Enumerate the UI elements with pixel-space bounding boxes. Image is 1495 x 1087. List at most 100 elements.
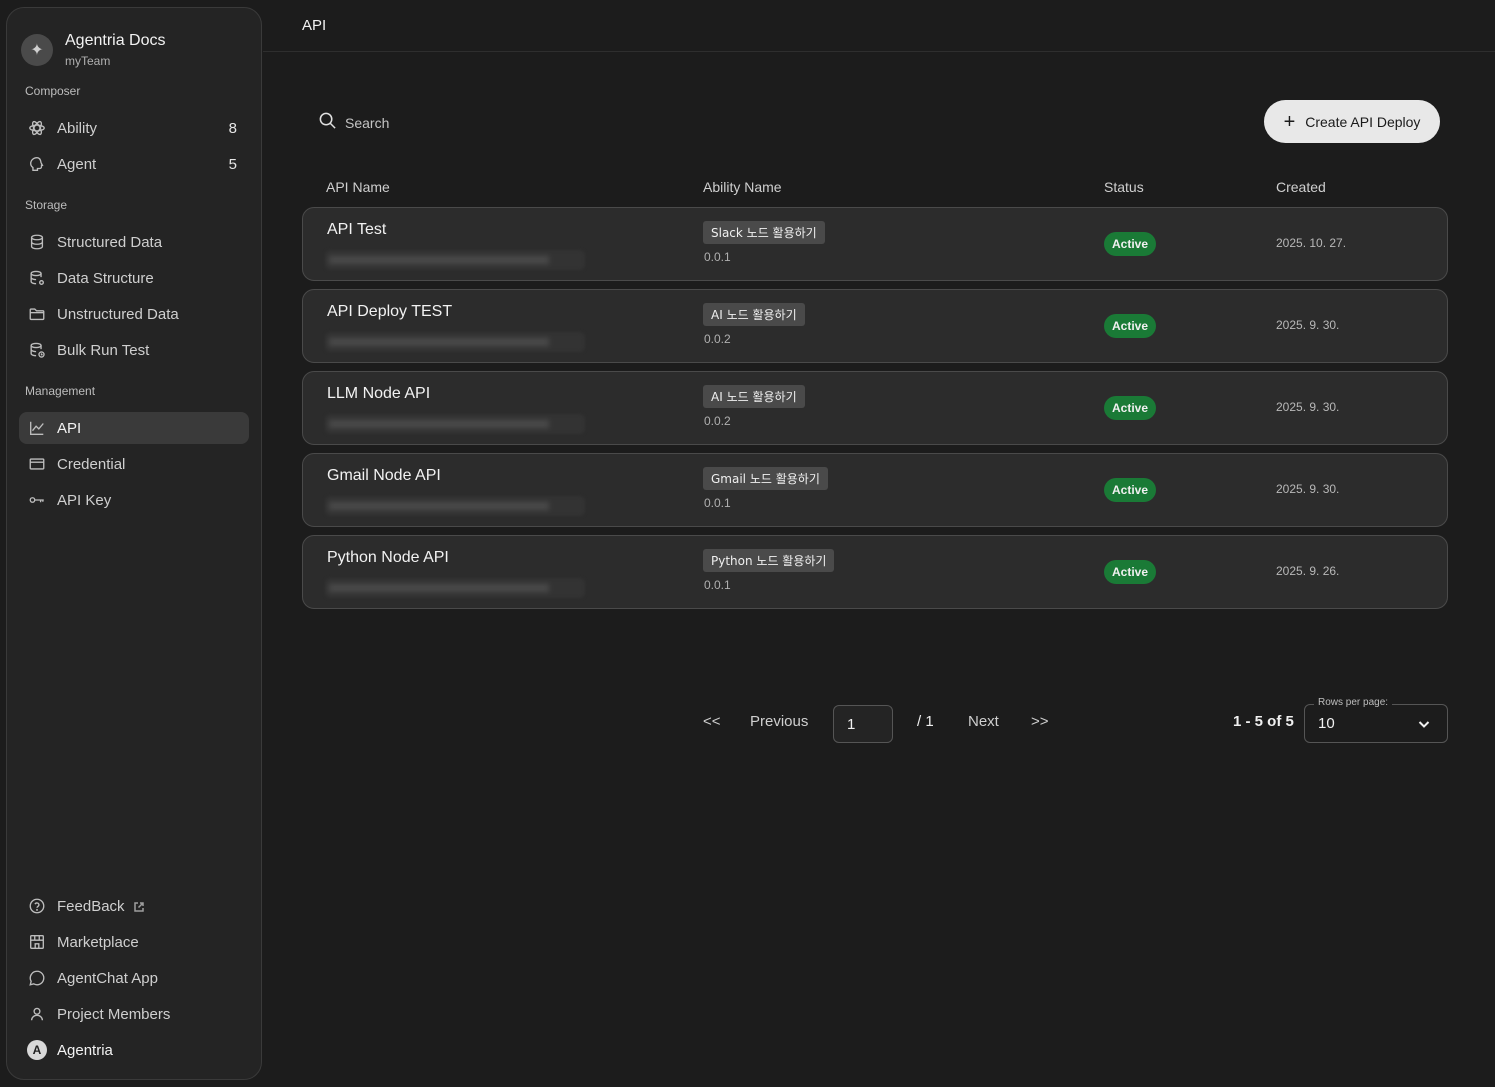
table-row[interactable]: API Deploy TEST AI 노드 활용하기 0.0.2 Active …	[302, 289, 1448, 363]
sidebar-item-bulk-run-test[interactable]: Bulk Run Test	[19, 334, 249, 366]
sidebar-item-label: Marketplace	[57, 933, 139, 951]
folder-icon	[27, 304, 47, 324]
previous-page-button[interactable]: Previous	[750, 713, 808, 730]
user-profile[interactable]: A Agentria	[19, 1034, 249, 1066]
sidebar-item-feedback[interactable]: FeedBack	[19, 890, 249, 922]
ability-tag: Python 노드 활용하기	[703, 549, 835, 572]
sidebar-item-label: Unstructured Data	[57, 305, 179, 323]
section-management: Management	[25, 384, 96, 398]
created-date: 2025. 9. 30.	[1276, 482, 1340, 496]
sidebar-item-label: Project Members	[57, 1005, 171, 1023]
external-link-icon	[133, 900, 145, 912]
status-badge: Active	[1104, 232, 1157, 256]
ability-version: 0.0.2	[704, 332, 731, 346]
column-header-status: Status	[1104, 179, 1144, 195]
created-date: 2025. 10. 27.	[1276, 236, 1347, 250]
key-icon	[27, 490, 47, 510]
sidebar-item-agent[interactable]: Agent 5	[19, 148, 249, 180]
workspace-title: Agentria Docs	[65, 32, 166, 49]
ability-tag: Slack 노드 활용하기	[703, 221, 825, 244]
page-title: API	[302, 17, 327, 34]
sidebar-item-api[interactable]: API	[19, 412, 249, 444]
sidebar-item-label: Credential	[57, 455, 126, 473]
sidebar-item-label: FeedBack	[57, 897, 125, 915]
sidebar-item-unstructured-data[interactable]: Unstructured Data	[19, 298, 249, 330]
results-range: 1 - 5 of 5	[1233, 713, 1294, 730]
api-name: LLM Node API	[327, 385, 431, 402]
database-settings-icon	[27, 268, 47, 288]
sidebar-item-label: Structured Data	[57, 233, 163, 251]
table-row[interactable]: LLM Node API AI 노드 활용하기 0.0.2 Active 202…	[302, 371, 1448, 445]
section-storage: Storage	[25, 198, 68, 212]
chevron-down-icon	[1417, 717, 1431, 736]
ability-version: 0.0.1	[704, 496, 731, 510]
help-circle-icon	[27, 896, 47, 916]
created-date: 2025. 9. 30.	[1276, 400, 1340, 414]
status-badge: Active	[1104, 314, 1157, 338]
search-bar	[318, 111, 545, 135]
ability-tag: AI 노드 활용하기	[703, 303, 805, 326]
plus-icon: +	[1283, 110, 1296, 133]
next-page-button[interactable]: Next	[968, 713, 999, 730]
sidebar-item-api-key[interactable]: API Key	[19, 484, 249, 516]
table-row[interactable]: API Test Slack 노드 활용하기 0.0.1 Active 2025…	[302, 207, 1448, 281]
sidebar-item-label: Ability	[57, 119, 98, 137]
redacted-endpoint	[325, 332, 585, 352]
redacted-endpoint	[325, 578, 585, 598]
sidebar-item-ability[interactable]: Ability 8	[19, 112, 249, 144]
rows-per-page-select[interactable]: Rows per page: 10	[1304, 697, 1448, 743]
workspace-switcher[interactable]: ✦ Agentria Docs myTeam	[21, 32, 166, 68]
atom-icon	[27, 118, 47, 138]
created-date: 2025. 9. 26.	[1276, 564, 1340, 578]
sidebar-item-label: Bulk Run Test	[57, 341, 150, 359]
sidebar-item-structured-data[interactable]: Structured Data	[19, 226, 249, 258]
api-name: Python Node API	[327, 549, 449, 566]
sidebar: ✦ Agentria Docs myTeam Composer Ability …	[6, 7, 262, 1080]
create-button-label: Create API Deploy	[1305, 113, 1421, 130]
sidebar-item-agentchat-app[interactable]: AgentChat App	[19, 962, 249, 994]
sidebar-item-project-members[interactable]: Project Members	[19, 998, 249, 1030]
status-badge: Active	[1104, 396, 1157, 420]
create-api-deploy-button[interactable]: + Create API Deploy	[1264, 100, 1440, 143]
database-clock-icon	[27, 340, 47, 360]
api-name: API Test	[327, 221, 387, 238]
first-page-button[interactable]: <<	[703, 713, 721, 730]
section-composer: Composer	[25, 84, 81, 98]
total-pages: / 1	[917, 713, 934, 730]
last-page-button[interactable]: >>	[1031, 713, 1049, 730]
status-badge: Active	[1104, 478, 1157, 502]
user-icon	[27, 1004, 47, 1024]
sidebar-item-data-structure[interactable]: Data Structure	[19, 262, 249, 294]
table-row[interactable]: Gmail Node API Gmail 노드 활용하기 0.0.1 Activ…	[302, 453, 1448, 527]
sidebar-item-label: Agent	[57, 155, 97, 173]
search-input[interactable]	[345, 115, 545, 131]
sidebar-item-credential[interactable]: Credential	[19, 448, 249, 480]
sidebar-item-label: Data Structure	[57, 269, 154, 287]
rows-per-page-value: 10	[1318, 715, 1335, 732]
redacted-endpoint	[325, 250, 585, 270]
page-number-input[interactable]	[833, 705, 893, 743]
chart-line-icon	[27, 418, 47, 438]
ability-tag: Gmail 노드 활용하기	[703, 467, 828, 490]
search-icon	[318, 111, 337, 135]
api-name: API Deploy TEST	[327, 303, 453, 320]
sidebar-item-marketplace[interactable]: Marketplace	[19, 926, 249, 958]
column-header-api-name: API Name	[326, 179, 390, 195]
api-name: Gmail Node API	[327, 467, 441, 484]
team-name: myTeam	[65, 54, 111, 68]
column-header-ability-name: Ability Name	[703, 179, 782, 195]
ability-count: 8	[228, 119, 237, 137]
status-badge: Active	[1104, 560, 1157, 584]
created-date: 2025. 9. 30.	[1276, 318, 1340, 332]
table-row[interactable]: Python Node API Python 노드 활용하기 0.0.1 Act…	[302, 535, 1448, 609]
sidebar-item-label: API	[57, 419, 82, 437]
column-header-created: Created	[1276, 179, 1326, 195]
sparkle-icon: ✦	[21, 34, 53, 66]
header: API	[263, 0, 1495, 52]
avatar: A	[27, 1040, 47, 1060]
redacted-endpoint	[325, 414, 585, 434]
brain-icon	[27, 154, 47, 174]
rows-per-page-label: Rows per page:	[1314, 697, 1393, 708]
ability-tag: AI 노드 활용하기	[703, 385, 805, 408]
sidebar-item-label: API Key	[57, 491, 112, 509]
